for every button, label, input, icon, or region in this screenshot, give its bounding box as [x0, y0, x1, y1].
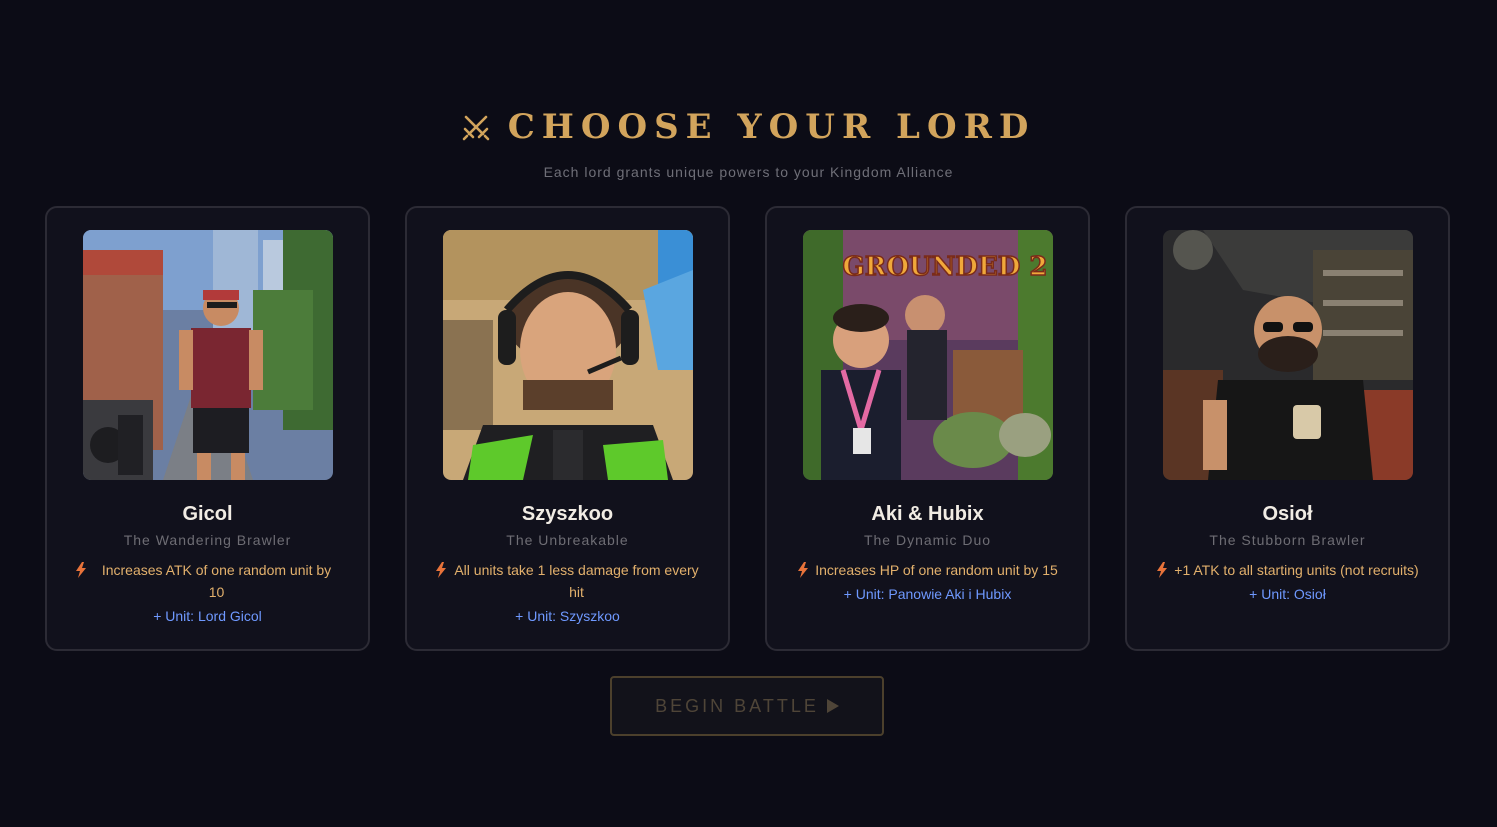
lord-epithet: The Wandering Brawler	[123, 532, 292, 548]
lightning-bolt-icon	[798, 562, 809, 578]
lord-portrait-aki-hubix: GROUNDED 2	[802, 230, 1053, 480]
bonus-unit: + Unit: Lord Gicol	[153, 608, 262, 624]
lord-card-szyszkoo[interactable]: Szyszkoo The Unbreakable All units take …	[405, 206, 730, 651]
lord-ability: Increases ATK of one random unit by 10	[75, 559, 340, 603]
lord-card-aki-hubix[interactable]: GROUNDED 2 Aki & Hubix The Dynamic Duo I…	[765, 206, 1090, 651]
begin-battle-button[interactable]: BEGIN BATTLE	[610, 676, 884, 736]
lord-portrait-gicol	[82, 230, 333, 480]
lord-epithet: The Dynamic Duo	[863, 532, 992, 548]
portrait-game-logo: GROUNDED 2	[842, 252, 1047, 282]
lord-name: Gicol	[182, 503, 233, 525]
play-arrow-icon	[826, 699, 839, 713]
lord-name: Szyszkoo	[521, 503, 614, 525]
lightning-bolt-icon	[76, 562, 86, 578]
bonus-unit: + Unit: Osioł	[1249, 586, 1326, 602]
ability-text: Increases HP of one random unit by 15	[815, 562, 1058, 578]
lord-epithet: The Unbreakable	[506, 532, 629, 548]
lord-selection-screen: CHOOSE YOUR LORD Each lord grants unique…	[0, 0, 1497, 827]
lord-card-list: Gicol The Wandering Brawler Increases AT…	[45, 206, 1450, 651]
lord-portrait-szyszkoo	[442, 230, 693, 480]
title-row: CHOOSE YOUR LORD	[0, 104, 1497, 150]
lord-card-osiol[interactable]: Osioł The Stubborn Brawler +1 ATK to all…	[1125, 206, 1450, 651]
lord-ability: Increases HP of one random unit by 15	[795, 559, 1060, 581]
page-subtitle: Each lord grants unique powers to your K…	[543, 164, 954, 180]
ability-text: Increases ATK of one random unit by 10	[101, 562, 332, 600]
crossed-swords-icon	[462, 115, 489, 141]
lord-portrait-osiol	[1162, 230, 1413, 480]
begin-battle-label: BEGIN BATTLE	[655, 695, 819, 716]
lightning-bolt-icon	[1157, 562, 1168, 578]
bonus-unit: + Unit: Szyszkoo	[515, 608, 620, 624]
lord-name: Osioł	[1262, 503, 1313, 525]
lord-ability: +1 ATK to all starting units (not recrui…	[1155, 559, 1420, 581]
lightning-bolt-icon	[436, 562, 446, 578]
ability-text: All units take 1 less damage from every …	[454, 562, 699, 600]
ability-text: +1 ATK to all starting units (not recrui…	[1174, 562, 1419, 578]
bonus-unit: + Unit: Panowie Aki i Hubix	[843, 586, 1012, 602]
lord-ability: All units take 1 less damage from every …	[435, 559, 700, 603]
page-title: CHOOSE YOUR LORD	[507, 107, 1036, 147]
lord-epithet: The Stubborn Brawler	[1209, 532, 1366, 548]
header: CHOOSE YOUR LORD Each lord grants unique…	[0, 104, 1497, 180]
lord-card-gicol[interactable]: Gicol The Wandering Brawler Increases AT…	[45, 206, 370, 651]
lord-name: Aki & Hubix	[871, 503, 984, 525]
